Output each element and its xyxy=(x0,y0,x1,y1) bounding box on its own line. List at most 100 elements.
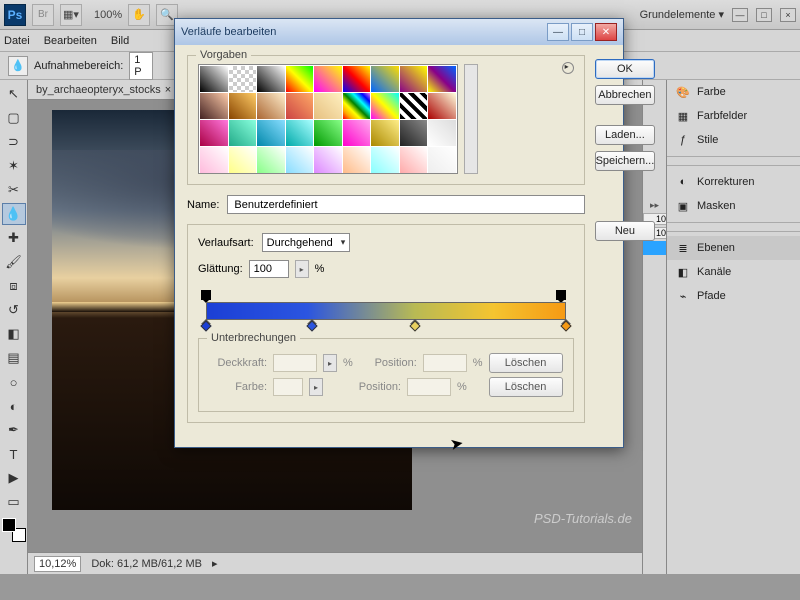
panel-adjustments[interactable]: ◐Korrekturen xyxy=(667,170,800,194)
preset-swatch[interactable] xyxy=(400,66,428,92)
dialog-maximize-icon[interactable]: □ xyxy=(571,23,593,41)
preset-swatch[interactable] xyxy=(343,93,371,119)
gradient-tool-icon[interactable]: ▤ xyxy=(2,347,26,369)
preset-swatch[interactable] xyxy=(286,120,314,146)
hand-tool-icon[interactable]: ✋ xyxy=(128,4,150,26)
color-stop[interactable] xyxy=(201,322,211,332)
shape-tool-icon[interactable]: ▭ xyxy=(2,491,26,513)
sample-size-field[interactable]: 1 P xyxy=(129,52,153,80)
preset-swatch[interactable] xyxy=(200,93,228,119)
preset-swatch[interactable] xyxy=(257,66,285,92)
preset-swatch[interactable] xyxy=(229,93,257,119)
eraser-tool-icon[interactable]: ◧ xyxy=(2,323,26,345)
close-icon[interactable]: × xyxy=(780,8,796,22)
preset-swatch[interactable] xyxy=(286,66,314,92)
wand-tool-icon[interactable]: ✶ xyxy=(2,155,26,177)
color-stop[interactable] xyxy=(410,322,420,332)
preset-swatch[interactable] xyxy=(343,147,371,173)
ok-button[interactable]: OK xyxy=(595,59,656,79)
preset-swatch[interactable] xyxy=(314,147,342,173)
dodge-tool-icon[interactable]: ◐ xyxy=(2,395,26,417)
preset-swatch[interactable] xyxy=(257,93,285,119)
panel-channels[interactable]: ◧Kanäle xyxy=(667,260,800,284)
preset-swatch[interactable] xyxy=(229,120,257,146)
bridge-logo-icon[interactable]: Br xyxy=(32,4,54,26)
gradient-type-select[interactable]: Durchgehend xyxy=(262,233,351,252)
blur-tool-icon[interactable]: ○ xyxy=(2,371,26,393)
marquee-tool-icon[interactable]: ▢ xyxy=(2,107,26,129)
preset-swatch[interactable] xyxy=(314,66,342,92)
maximize-icon[interactable]: □ xyxy=(756,8,772,22)
move-tool-icon[interactable]: ↖ xyxy=(2,83,26,105)
smoothness-stepper[interactable]: ▸ xyxy=(295,260,309,278)
dialog-minimize-icon[interactable]: — xyxy=(547,23,569,41)
stamp-tool-icon[interactable]: ⧈ xyxy=(2,275,26,297)
preset-grid[interactable] xyxy=(198,64,458,174)
preset-swatch[interactable] xyxy=(314,120,342,146)
type-tool-icon[interactable]: T xyxy=(2,443,26,465)
brush-tool-icon[interactable]: 🖌 xyxy=(2,251,26,273)
preset-swatch[interactable] xyxy=(371,66,399,92)
preset-swatch[interactable] xyxy=(343,120,371,146)
preset-swatch[interactable] xyxy=(200,66,228,92)
menu-image[interactable]: Bild xyxy=(111,35,129,47)
eyedropper-tool-icon[interactable]: 💧 xyxy=(2,203,26,225)
preset-swatch[interactable] xyxy=(428,120,456,146)
load-button[interactable]: Laden... xyxy=(595,125,656,145)
panel-layers[interactable]: ≣Ebenen xyxy=(667,236,800,260)
smoothness-input[interactable] xyxy=(249,260,289,278)
preset-swatch[interactable] xyxy=(286,93,314,119)
color-swatches[interactable] xyxy=(2,518,26,542)
preset-flyout-icon[interactable] xyxy=(562,62,574,74)
preset-swatch[interactable] xyxy=(257,147,285,173)
preset-scrollbar[interactable] xyxy=(464,64,478,174)
preset-swatch[interactable] xyxy=(371,93,399,119)
status-zoom[interactable]: 10,12% xyxy=(34,556,81,572)
gradient-preview[interactable] xyxy=(206,302,566,320)
preset-swatch[interactable] xyxy=(286,147,314,173)
save-button[interactable]: Speichern... xyxy=(595,151,656,171)
pen-tool-icon[interactable]: ✒ xyxy=(2,419,26,441)
minimize-icon[interactable]: — xyxy=(732,8,748,22)
status-flyout-icon[interactable]: ▸ xyxy=(212,557,218,570)
menu-file[interactable]: Datei xyxy=(4,35,30,47)
preset-swatch[interactable] xyxy=(371,120,399,146)
preset-swatch[interactable] xyxy=(314,93,342,119)
panel-styles[interactable]: ƒStile xyxy=(667,128,800,152)
preset-swatch[interactable] xyxy=(400,93,428,119)
lasso-tool-icon[interactable]: ⊃ xyxy=(2,131,26,153)
preset-swatch[interactable] xyxy=(400,147,428,173)
crop-tool-icon[interactable]: ✂ xyxy=(2,179,26,201)
cancel-button[interactable]: Abbrechen xyxy=(595,85,656,105)
path-select-icon[interactable]: ▶ xyxy=(2,467,26,489)
color-stop[interactable] xyxy=(307,322,317,332)
panel-paths[interactable]: ⌁Pfade xyxy=(667,284,800,308)
preset-swatch[interactable] xyxy=(229,66,257,92)
preset-swatch[interactable] xyxy=(343,66,371,92)
history-brush-icon[interactable]: ↺ xyxy=(2,299,26,321)
panel-swatches[interactable]: ▦Farbfelder xyxy=(667,104,800,128)
gradient-name-input[interactable] xyxy=(227,195,584,214)
preset-swatch[interactable] xyxy=(428,93,456,119)
heal-tool-icon[interactable]: ✚ xyxy=(2,227,26,249)
tab-close-icon[interactable]: × xyxy=(165,84,171,96)
color-stop[interactable] xyxy=(561,322,571,332)
opacity-stop[interactable] xyxy=(556,290,566,300)
preset-swatch[interactable] xyxy=(200,147,228,173)
preset-swatch[interactable] xyxy=(428,66,456,92)
zoom-readout[interactable]: 100% xyxy=(94,9,122,21)
arrange-docs-icon[interactable]: ▦▾ xyxy=(60,4,82,26)
opacity-stop[interactable] xyxy=(201,290,211,300)
preset-swatch[interactable] xyxy=(371,147,399,173)
dialog-title-bar[interactable]: Verläufe bearbeiten — □ ✕ xyxy=(175,19,623,45)
preset-swatch[interactable] xyxy=(400,120,428,146)
eyedropper-icon[interactable]: 💧 xyxy=(8,56,28,76)
dialog-close-icon[interactable]: ✕ xyxy=(595,23,617,41)
new-button[interactable]: Neu xyxy=(595,221,656,241)
gradient-bar[interactable] xyxy=(202,290,570,330)
preset-swatch[interactable] xyxy=(257,120,285,146)
preset-swatch[interactable] xyxy=(428,147,456,173)
panel-color[interactable]: 🎨Farbe xyxy=(667,80,800,104)
menu-edit[interactable]: Bearbeiten xyxy=(44,35,97,47)
panel-masks[interactable]: ▣Masken xyxy=(667,194,800,218)
